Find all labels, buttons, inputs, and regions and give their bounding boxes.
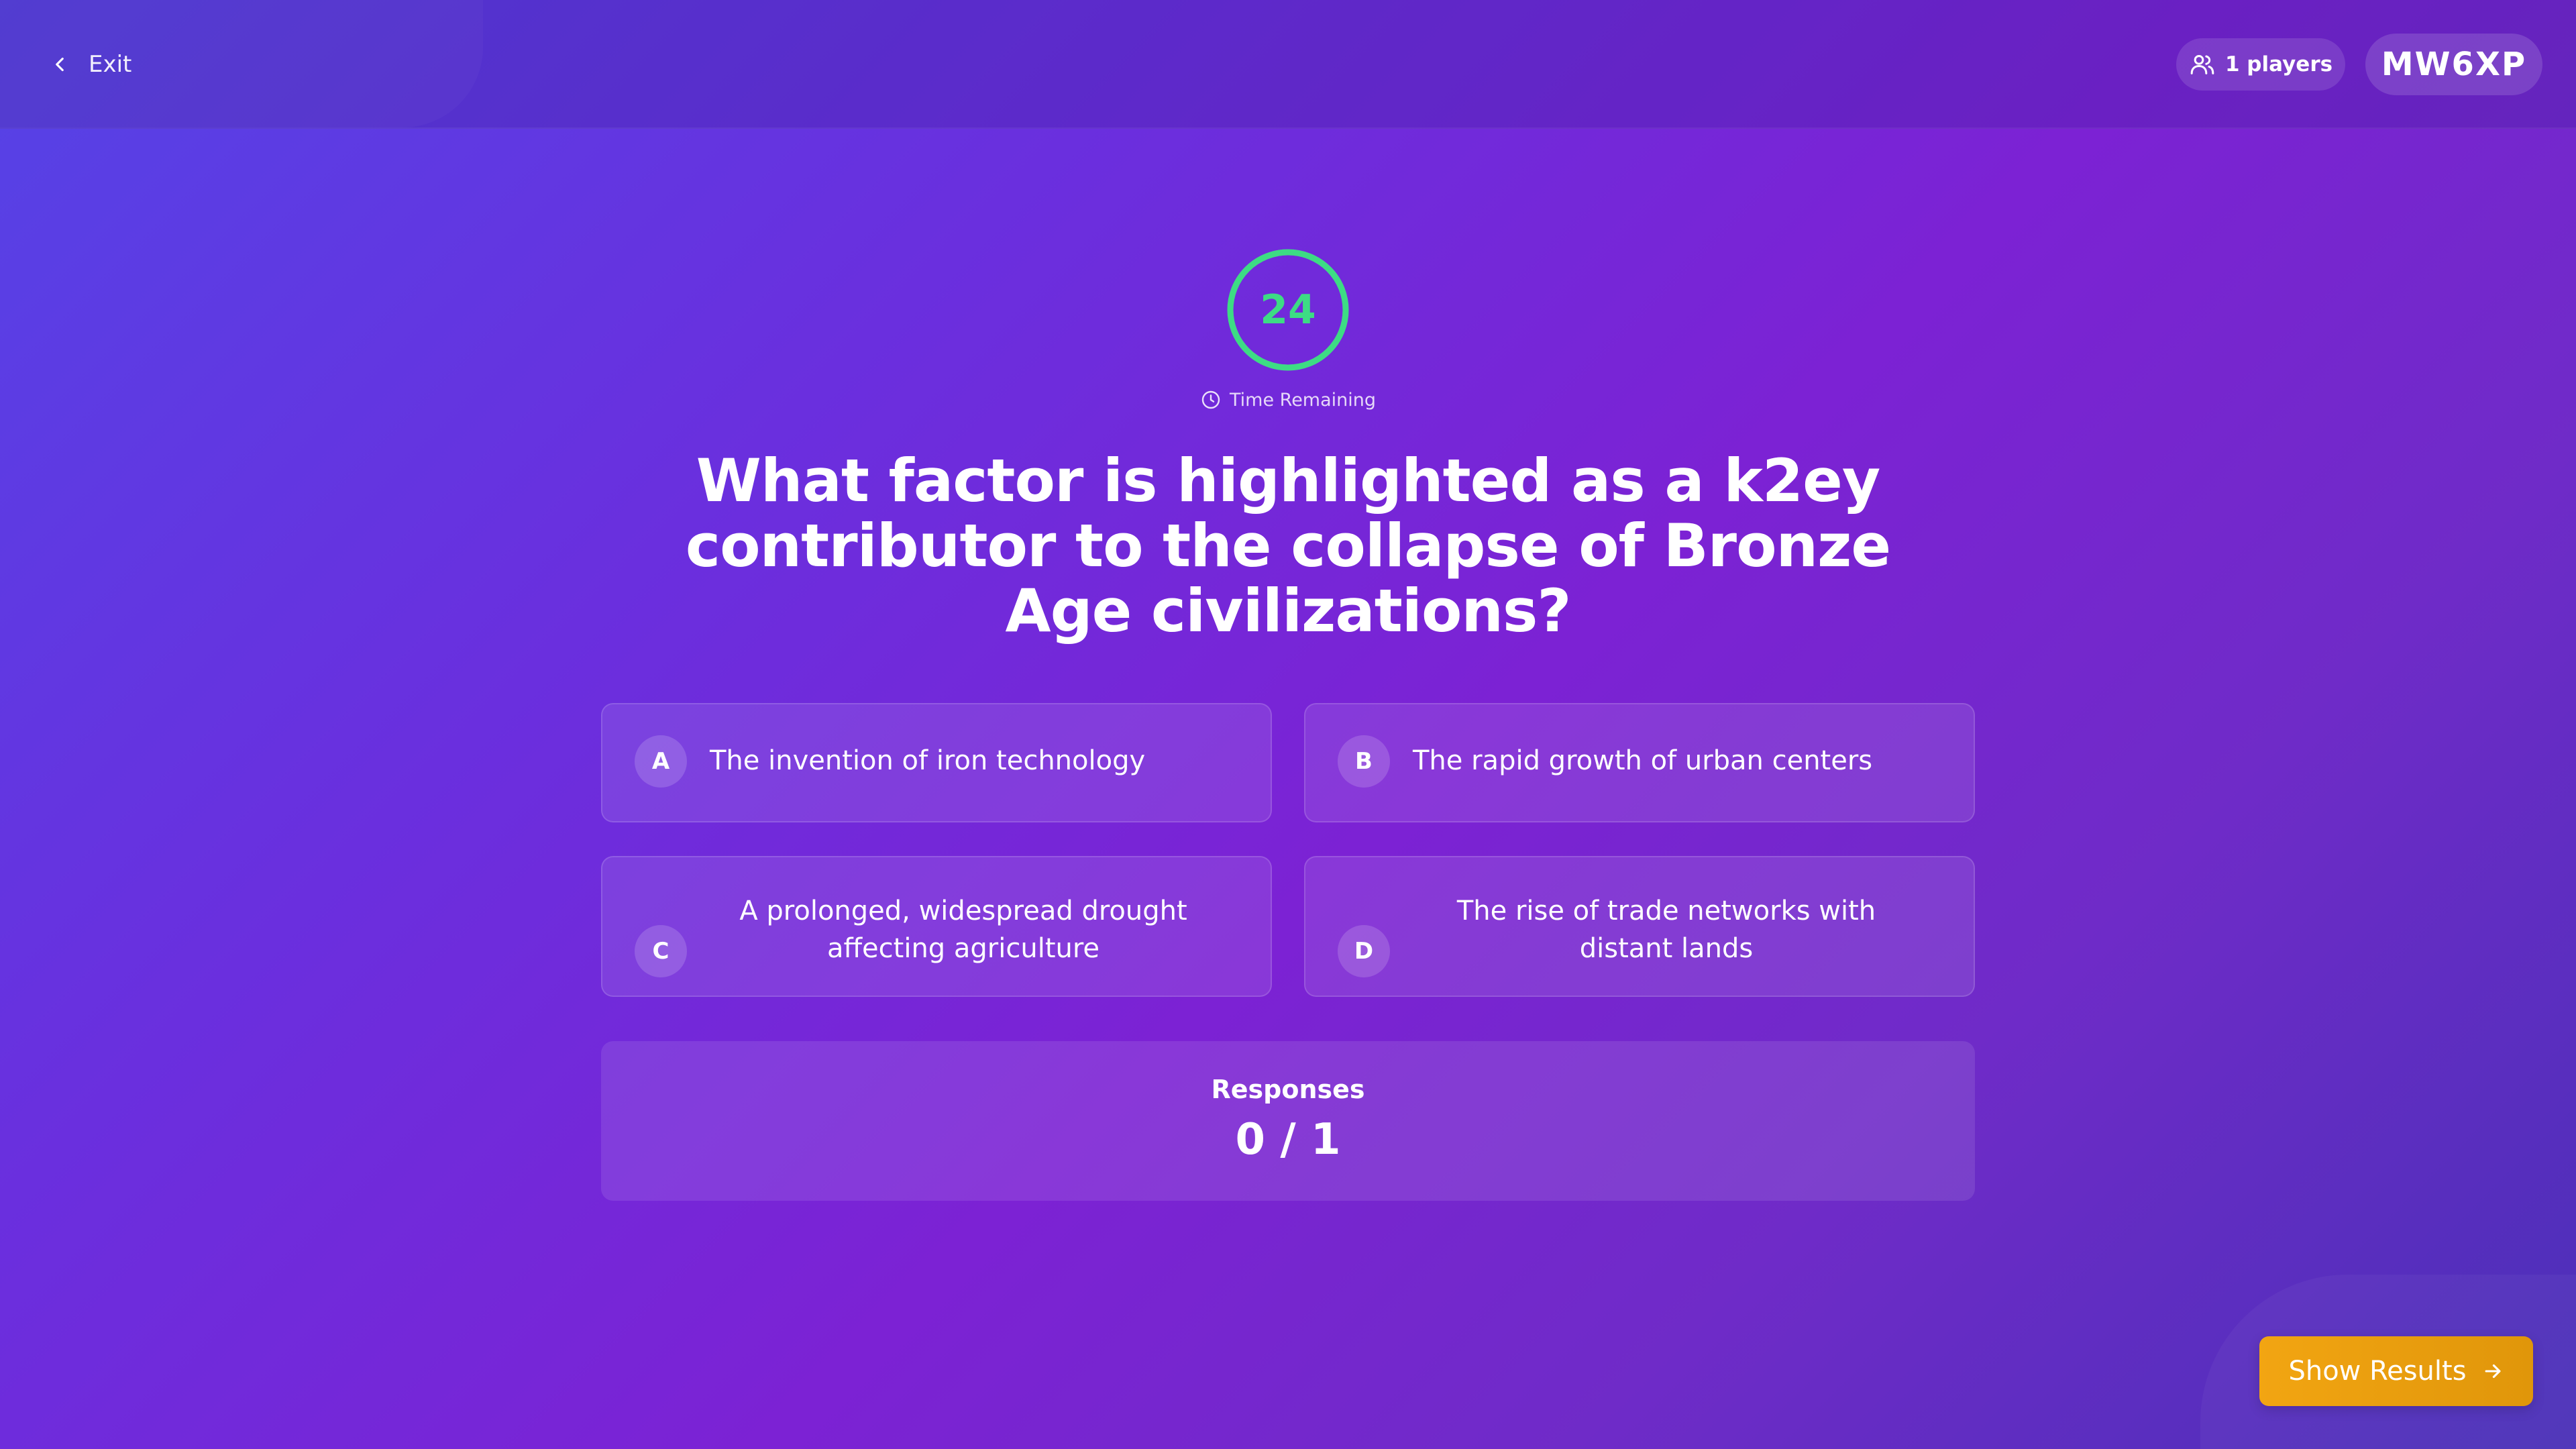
responses-panel: Responses 0 / 1 (601, 1041, 1975, 1201)
answer-option-c[interactable]: C A prolonged, widespread drought affect… (601, 856, 1272, 997)
players-count-badge: 1 players (2176, 38, 2345, 91)
timer-seconds: 24 (1260, 286, 1316, 333)
answer-text: The rise of trade networks with distant … (1456, 896, 1876, 964)
answer-letter-badge: A (635, 735, 687, 788)
question-text: What factor is highlighted as a k2ey con… (685, 446, 1891, 645)
chevron-left-icon (48, 53, 71, 76)
responses-count: 0 / 1 (1235, 1115, 1341, 1165)
exit-button[interactable]: Exit (48, 44, 131, 85)
answer-option-d[interactable]: D The rise of trade networks with distan… (1304, 856, 1975, 997)
arrow-right-icon (2481, 1360, 2504, 1383)
answer-letter-badge: C (635, 925, 687, 977)
countdown-timer: 24 (1225, 247, 1351, 373)
show-results-button[interactable]: Show Results (2259, 1336, 2533, 1406)
exit-label: Exit (89, 51, 132, 78)
answer-option-a[interactable]: A The invention of iron technology (601, 703, 1272, 822)
answer-text: The rapid growth of urban centers (1413, 745, 1873, 776)
time-remaining-label: Time Remaining (1181, 385, 1395, 415)
answer-text: The invention of iron technology (710, 745, 1146, 776)
game-code: MW6XP (2381, 46, 2527, 83)
game-code-badge: MW6XP (2365, 34, 2542, 95)
show-results-label: Show Results (2288, 1356, 2467, 1387)
top-bar: Exit 1 players MW6XP (0, 0, 2576, 129)
answer-option-b[interactable]: B The rapid growth of urban centers (1304, 703, 1975, 822)
answer-letter-badge: B (1338, 735, 1390, 788)
answer-letter-badge: D (1338, 925, 1390, 977)
users-icon (2189, 51, 2216, 78)
answer-text: A prolonged, widespread drought affectin… (739, 896, 1187, 964)
players-label: 1 players (2224, 52, 2333, 76)
responses-label: Responses (1211, 1075, 1365, 1104)
clock-icon (1200, 389, 1222, 411)
time-remaining-text: Time Remaining (1229, 389, 1377, 411)
